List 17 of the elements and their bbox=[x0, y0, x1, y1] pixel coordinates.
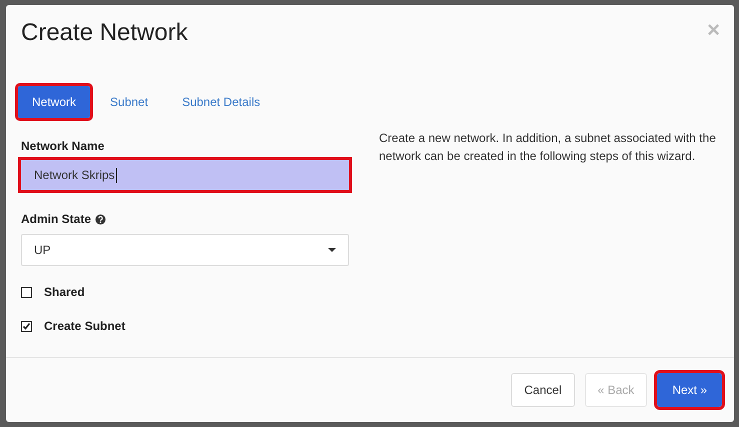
footer-button[interactable]: Cancel bbox=[511, 373, 575, 407]
tab[interactable]: Subnet Details bbox=[168, 86, 274, 118]
dialog-title: Create Network bbox=[21, 19, 188, 48]
field-label: Network Name bbox=[21, 139, 106, 153]
checkbox-label: Create Subnet bbox=[44, 319, 126, 333]
checkbox-label: Shared bbox=[44, 285, 85, 299]
description-text: Create a new network. In addition, a subnet associated with the network can be created in the following steps of this wizard. bbox=[379, 130, 717, 165]
input-field[interactable]: Network Skrips bbox=[21, 160, 349, 190]
help-icon bbox=[95, 214, 106, 224]
checkbox[interactable] bbox=[21, 320, 32, 332]
checkbox[interactable] bbox=[21, 286, 32, 298]
footer-button[interactable]: Next » bbox=[657, 373, 722, 407]
select-field[interactable]: UP bbox=[21, 234, 349, 266]
tab[interactable]: Network bbox=[18, 86, 90, 118]
tab[interactable]: Subnet bbox=[96, 86, 162, 118]
field-label: Admin State bbox=[21, 212, 92, 226]
caret-icon bbox=[328, 248, 336, 252]
